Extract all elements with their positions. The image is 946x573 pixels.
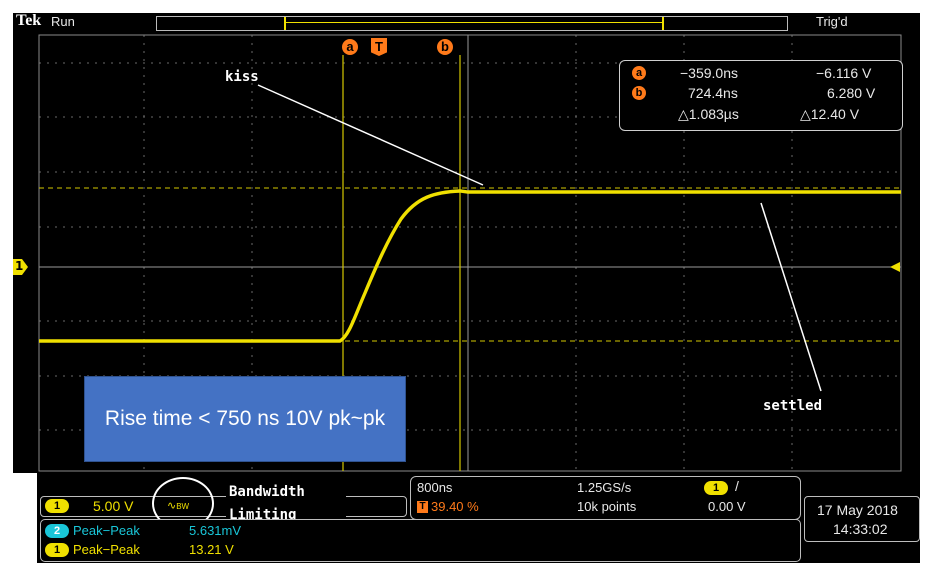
- measurement-1-channel-badge: 2: [45, 524, 69, 538]
- measurement-1-name: Peak−Peak: [73, 523, 140, 538]
- brand-logo: Tek: [16, 12, 42, 29]
- settled-annotation: settled: [763, 398, 823, 414]
- measurement-2-value: 13.21 V: [189, 542, 234, 557]
- time-display: 14:33:02: [833, 521, 888, 537]
- trigger-level: 0.00 V: [708, 499, 746, 514]
- sample-rate: 1.25GS/s: [577, 480, 632, 495]
- cursor-a-time: −359.0ns: [680, 65, 738, 81]
- cursor-b-voltage: 6.280 V: [827, 85, 876, 101]
- cursor-b-marker[interactable]: b: [437, 39, 453, 55]
- date-display: 17 May 2018: [817, 502, 898, 518]
- cursor-delta-time: △1.083µs: [678, 106, 739, 122]
- cursor-delta-voltage: △12.40 V: [800, 106, 860, 122]
- measurement-row: 1 Peak−Peak 13.21 V: [43, 541, 343, 559]
- trigger-slope-icon: /: [735, 478, 739, 494]
- readout-cursor-b-badge: b: [632, 86, 646, 100]
- record-length: 10k points: [577, 499, 637, 514]
- measurement-row: 2 Peak−Peak 5.631mV: [43, 522, 343, 540]
- cursor-a-marker[interactable]: a: [342, 39, 358, 55]
- channel-1-badge: 1: [45, 499, 69, 513]
- rise-time-callout: Rise time < 750 ns 10V pk~pk: [84, 376, 406, 462]
- scope-screenshot: Tek Run Trig'd 1 a T b a −359.0ns −6.116…: [0, 0, 946, 573]
- channel-1-marker-label: 1: [15, 259, 24, 273]
- trigger-channel-badge: 1: [704, 481, 728, 495]
- measurement-1-value: 5.631mV: [189, 523, 242, 538]
- kiss-annotation: kiss: [225, 69, 259, 85]
- run-state: Run: [51, 14, 75, 29]
- channel-1-waveform: [39, 189, 901, 343]
- measurement-2-name: Peak−Peak: [73, 542, 140, 557]
- trigger-position-marker[interactable]: T: [371, 38, 387, 56]
- trigger-position-badge: T: [417, 501, 428, 513]
- channel-1-settings[interactable]: 1 5.00 V ∿BW: [40, 496, 407, 517]
- settled-arrow: [760, 202, 822, 392]
- cursor-b-time: 724.4ns: [688, 85, 738, 101]
- cursor-a-voltage: −6.116 V: [816, 65, 872, 81]
- rise-time-callout-text: Rise time < 750 ns 10V pk~pk: [104, 407, 386, 430]
- datetime-panel: 17 May 2018 14:33:02: [804, 496, 920, 542]
- record-window-left-edge: [284, 17, 286, 30]
- measurement-2-channel-badge: 1: [45, 543, 69, 557]
- time-per-div: 800ns: [417, 480, 453, 495]
- cursor-readout-panel: a −359.0ns −6.116 V b 724.4ns 6.280 V △1…: [619, 60, 903, 131]
- readout-cursor-a-badge: a: [632, 66, 646, 80]
- record-window: [285, 22, 663, 23]
- timebase-panel[interactable]: 800ns 1.25GS/s 1 / T 39.40 % 10k points …: [410, 476, 801, 520]
- record-window-right-edge: [662, 17, 664, 30]
- kiss-arrow: [257, 84, 484, 186]
- graticule-area: 1 a T b a −359.0ns −6.116 V b 724.4ns 6.…: [13, 31, 920, 473]
- trigger-state: Trig'd: [816, 14, 848, 29]
- record-view-bar: [156, 16, 788, 31]
- measurements-panel[interactable]: 2 Peak−Peak 5.631mV 1 Peak−Peak 13.21 V: [40, 519, 801, 562]
- top-status-bar: Tek Run Trig'd: [13, 12, 920, 31]
- trigger-position: 39.40 %: [431, 499, 479, 514]
- bandwidth-annotation-line1: Bandwidth: [229, 484, 305, 500]
- volts-per-div: 5.00 V: [93, 498, 134, 514]
